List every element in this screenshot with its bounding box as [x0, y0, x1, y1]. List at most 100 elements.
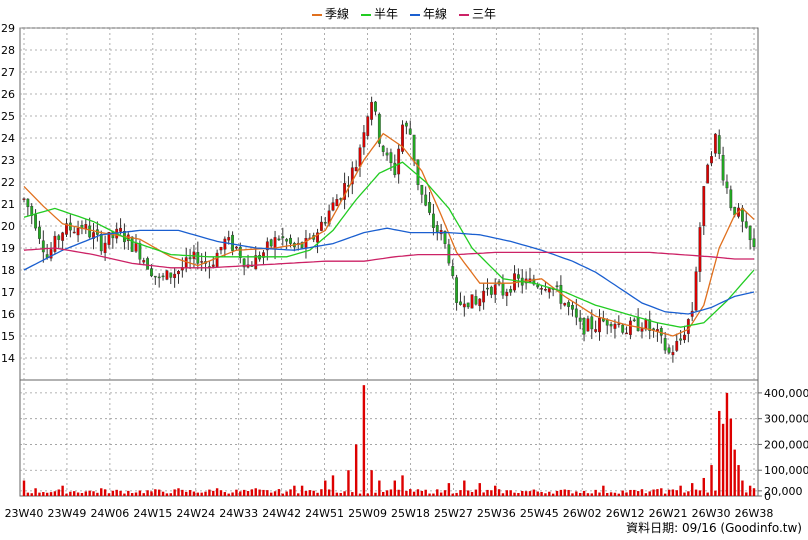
- volume-bar: [335, 492, 339, 496]
- time-tick-label: 26W02: [563, 507, 602, 520]
- volume-bar: [486, 489, 489, 496]
- volume-bar: [602, 485, 605, 496]
- candle-body: [281, 236, 285, 239]
- volume-bar: [497, 489, 501, 496]
- volume-bar: [169, 493, 172, 496]
- volume-bar: [219, 490, 223, 496]
- candle-body: [721, 155, 725, 181]
- volume-bar: [331, 475, 335, 496]
- volume-bar: [215, 488, 219, 496]
- candle-body: [706, 164, 710, 184]
- candle-body: [544, 289, 547, 291]
- candle-body: [563, 303, 567, 306]
- price-tick-label: 27: [1, 66, 15, 79]
- time-tick-label: 25W36: [477, 507, 516, 520]
- candle-body: [462, 303, 466, 308]
- candle-body: [277, 238, 281, 241]
- price-tick-label: 26: [1, 88, 15, 101]
- volume-bar: [157, 489, 161, 496]
- volume-bar: [343, 491, 346, 496]
- volume-bar: [575, 491, 578, 496]
- volume-bar: [150, 491, 153, 496]
- candle-body: [76, 228, 80, 236]
- data-date-note: 資料日期: 09/16 (Goodinfo.tw): [626, 521, 802, 535]
- price-tick-label: 16: [1, 308, 15, 321]
- candle-body: [435, 225, 439, 232]
- price-tick-label: 28: [1, 44, 15, 57]
- volume-bar: [161, 491, 165, 496]
- volume-bar: [571, 493, 574, 496]
- candle-body: [374, 101, 377, 112]
- volume-bar: [737, 465, 740, 496]
- volume-bar: [609, 492, 613, 496]
- candle-body: [466, 302, 470, 308]
- candle-body: [513, 273, 516, 291]
- volume-bar: [397, 489, 400, 496]
- candle-body: [459, 301, 462, 305]
- volume-bar: [416, 489, 420, 496]
- volume-bar: [532, 489, 536, 496]
- candle-body: [68, 222, 72, 231]
- candle-body: [470, 294, 474, 309]
- candle-body: [211, 264, 215, 267]
- candle-body: [455, 277, 458, 303]
- candle-body: [609, 323, 613, 327]
- candle-body: [702, 186, 706, 227]
- volume-bar: [154, 489, 157, 496]
- candle-body: [22, 198, 26, 200]
- candle-body: [613, 323, 617, 329]
- volume-bar: [273, 491, 277, 496]
- candle-body: [323, 222, 327, 224]
- volume-bar: [694, 489, 698, 496]
- volume-tick-label: 400,000: [764, 387, 808, 400]
- volume-bar: [393, 480, 396, 496]
- candle-body: [594, 329, 598, 332]
- volume-bar: [513, 492, 516, 496]
- candle-body: [725, 181, 729, 189]
- candle-body: [88, 225, 92, 238]
- candle-body: [424, 194, 428, 206]
- volume-bar: [362, 385, 366, 496]
- volume-bar: [146, 490, 149, 496]
- candle-body: [663, 338, 667, 351]
- volume-tick-label: 100,000: [764, 464, 808, 477]
- volume-bar: [578, 492, 582, 496]
- price-tick-label: 19: [1, 242, 15, 255]
- volume-bar: [505, 490, 509, 496]
- volume-bar: [61, 485, 64, 496]
- candle-body: [748, 225, 752, 241]
- candle-body: [331, 202, 335, 211]
- candle-body: [103, 242, 107, 254]
- volume-bar: [613, 492, 617, 496]
- candle-body: [667, 347, 671, 353]
- volume-bar: [436, 489, 439, 496]
- volume-bar: [524, 491, 528, 496]
- volume-bar: [690, 483, 694, 496]
- volume-bar: [451, 493, 454, 496]
- candle-body: [509, 289, 513, 293]
- price-tick-label: 24: [1, 132, 15, 145]
- volume-bar: [227, 493, 230, 496]
- volume-tick-label: 20,000: [764, 485, 803, 498]
- volume-bar: [459, 490, 462, 496]
- candle-body: [752, 238, 756, 247]
- price-tick-label: 29: [1, 22, 15, 35]
- volume-bar: [235, 489, 238, 496]
- volume-bar: [297, 493, 300, 496]
- volume-bar: [354, 444, 358, 496]
- candle-body: [320, 221, 323, 231]
- volume-bar: [123, 493, 126, 496]
- volume-bar: [196, 492, 200, 496]
- volume-bar: [312, 490, 315, 496]
- candle-body: [451, 266, 455, 277]
- volume-bar: [111, 490, 115, 496]
- volume-bar: [300, 485, 304, 496]
- volume-bar: [718, 410, 721, 496]
- volume-bar: [420, 490, 424, 496]
- volume-bar: [80, 492, 84, 496]
- volume-bar: [667, 489, 671, 496]
- candle-body: [408, 128, 412, 135]
- candle-body: [729, 189, 733, 209]
- volume-bar: [246, 491, 250, 496]
- volume-bar: [563, 489, 566, 496]
